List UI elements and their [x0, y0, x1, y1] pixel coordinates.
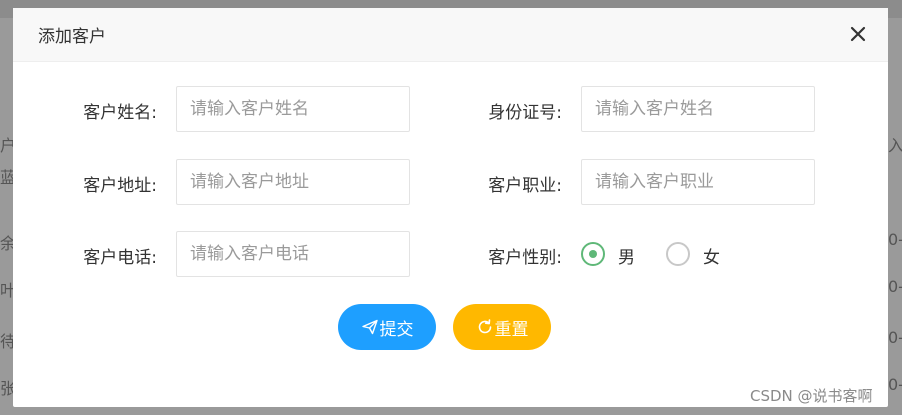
name-label: 客户姓名: [83, 103, 157, 123]
gender-option-label: 男 [618, 248, 635, 268]
background-cell: 0-2 [888, 277, 902, 296]
close-icon [850, 26, 866, 42]
radio-checked-icon [581, 242, 605, 266]
name-input[interactable] [176, 86, 410, 132]
submit-button[interactable]: 提交 [338, 304, 436, 350]
background-table-right-edge: 入 0-2 0-2 0-2 0-1 [888, 120, 902, 415]
background-table-left-edge: 客户 蓝 余 叶 待 张 [0, 120, 16, 415]
gender-label: 客户性别: [488, 248, 562, 268]
add-customer-dialog: 添加客户 客户姓名: 身份证号: 客户地址: 客户职业: 客户电话: 客户性别:… [13, 8, 888, 407]
background-cell: 入 [888, 136, 902, 155]
background-cell: 0-2 [888, 230, 902, 249]
watermark: CSDN @说书客啊 [750, 387, 873, 405]
refresh-icon [476, 318, 494, 336]
dialog-title: 添加客户 [38, 27, 106, 47]
address-input[interactable] [176, 159, 410, 205]
id-card-label: 身份证号: [488, 103, 562, 123]
address-label: 客户地址: [83, 176, 157, 196]
submit-button-label: 提交 [379, 319, 414, 340]
id-card-input[interactable] [581, 86, 815, 132]
gender-option-label: 女 [703, 248, 720, 268]
reset-button[interactable]: 重置 [453, 304, 551, 350]
radio-unchecked-icon [666, 242, 690, 266]
background-cell: 0-1 [888, 375, 902, 394]
background-cell: 0-2 [888, 328, 902, 347]
job-label: 客户职业: [488, 176, 562, 196]
close-button[interactable] [846, 22, 870, 46]
dialog-header: 添加客户 [13, 8, 888, 62]
phone-input[interactable] [176, 231, 410, 277]
paper-plane-icon [361, 318, 379, 336]
reset-button-label: 重置 [494, 319, 529, 340]
job-input[interactable] [581, 159, 815, 205]
phone-label: 客户电话: [83, 248, 157, 268]
